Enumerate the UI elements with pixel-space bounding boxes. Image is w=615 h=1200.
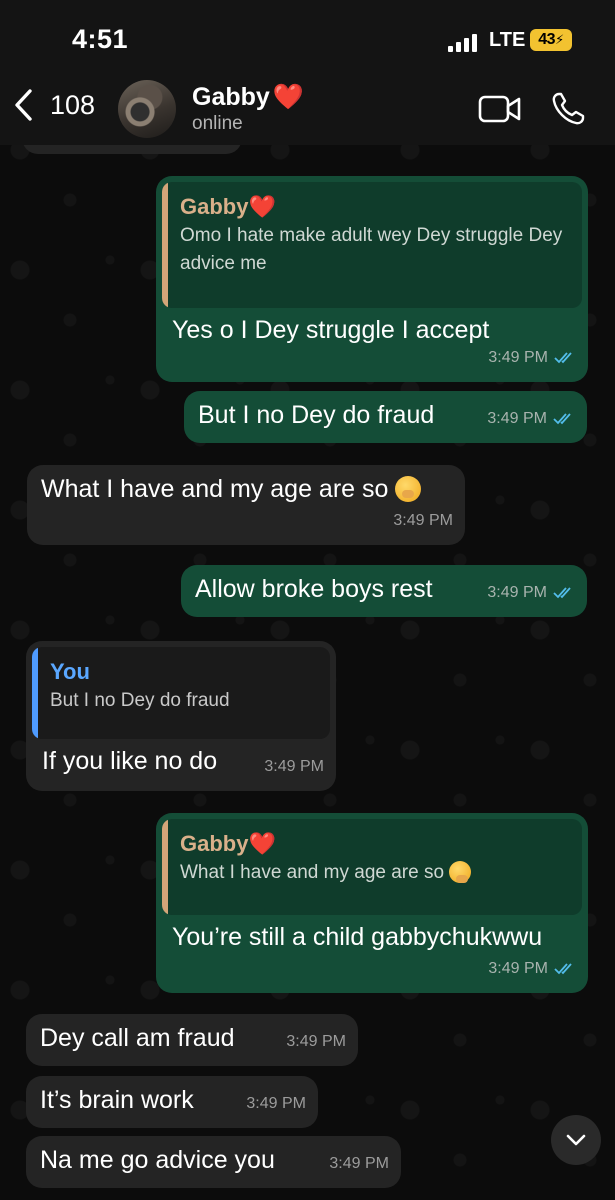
signal-icon (448, 32, 478, 52)
message-time: 3:49 PM (487, 410, 547, 427)
message-time: 3:49 PM (329, 1155, 389, 1172)
message-meta: 3:49 PM (488, 953, 576, 985)
quote-author-name: Gabby (180, 194, 249, 219)
read-receipt-icon (553, 587, 571, 599)
message-bubble-incoming[interactable]: Na me go advice you 3:49 PM (26, 1136, 401, 1188)
quoted-message[interactable]: You But I no Dey do fraud (32, 647, 330, 739)
message-text: What I have and my age are so (41, 473, 451, 505)
heart-emoji: ❤️ (248, 194, 276, 219)
message-meta: 3:49 PM (487, 403, 575, 435)
message-time: 3:49 PM (487, 584, 547, 601)
message-bubble-incoming[interactable]: Dey call am fraud 3:49 PM (26, 1014, 358, 1066)
message-bubble-outgoing[interactable]: Gabby❤️ What I have and my age are so Yo… (156, 813, 588, 993)
quote-text: Omo I hate make adult wey Dey struggle D… (180, 225, 563, 274)
battery-level: 43 (538, 31, 556, 48)
quote-text: But I no Dey do fraud (50, 690, 230, 711)
contact-name[interactable]: Gabby ❤️ (192, 83, 304, 112)
back-button[interactable]: 108 (12, 88, 95, 122)
message-time: 3:49 PM (393, 512, 453, 529)
message-meta: 3:49 PM (286, 1026, 346, 1058)
message-bubble-outgoing[interactable]: Gabby❤️ Omo I hate make adult wey Dey st… (156, 176, 588, 382)
message-bubble-outgoing[interactable]: Allow broke boys rest 3:49 PM (181, 565, 587, 617)
message-text-content: What I have and my age are so (41, 475, 389, 503)
message-meta: 3:49 PM (246, 1088, 306, 1120)
message-bubble-outgoing[interactable]: But I no Dey do fraud 3:49 PM (184, 391, 587, 443)
hand-over-mouth-emoji (395, 476, 422, 502)
heart-emoji: ❤️ (272, 83, 304, 111)
message-time: 3:49 PM (488, 960, 548, 977)
chevron-left-icon (15, 89, 32, 121)
contact-name-text: Gabby (192, 83, 270, 111)
unread-count: 108 (50, 89, 96, 120)
message-time: 3:49 PM (286, 1033, 346, 1050)
message-bubble-incoming[interactable]: What I have and my age are so 3:49 PM (27, 465, 465, 545)
quote-author-name: Gabby (180, 831, 249, 856)
quoted-message[interactable]: Gabby❤️ Omo I hate make adult wey Dey st… (162, 182, 582, 308)
quote-text-content: What I have and my age are so (180, 862, 445, 883)
quoted-message[interactable]: Gabby❤️ What I have and my age are so (162, 819, 582, 915)
read-receipt-icon (553, 413, 571, 425)
quote-author: You (50, 659, 90, 684)
contact-status: online (192, 113, 243, 134)
phone-icon[interactable] (550, 91, 586, 127)
message-time: 3:49 PM (488, 349, 548, 366)
message-meta: 3:49 PM (393, 505, 453, 537)
network-label: LTE (489, 29, 526, 51)
message-meta: 3:49 PM (264, 751, 324, 783)
chevron-down-icon (566, 1134, 586, 1146)
quote-author: Gabby❤️ (180, 829, 570, 859)
quote-author: Gabby❤️ (180, 192, 570, 222)
read-receipt-icon (554, 352, 572, 364)
scroll-to-bottom-button[interactable] (551, 1115, 601, 1165)
chat-header: 4:51 LTE 43 ⚡ 108 Gabby ❤️ online (0, 0, 615, 145)
message-text: You’re still a child gabbychukwwu (172, 923, 543, 951)
message-meta: 3:49 PM (487, 577, 575, 609)
hand-over-mouth-emoji (449, 861, 472, 883)
message-time: 3:49 PM (246, 1095, 306, 1112)
status-time: 4:51 (72, 24, 129, 54)
read-receipt-icon (554, 963, 572, 975)
video-call-icon[interactable] (478, 94, 522, 124)
message-bubble-incoming[interactable]: You But I no Dey do fraud If you like no… (26, 641, 336, 791)
avatar[interactable] (118, 80, 176, 138)
message-time: 3:49 PM (264, 758, 324, 775)
heart-emoji: ❤️ (248, 831, 276, 856)
message-meta: 3:49 PM (488, 342, 576, 374)
quote-text: What I have and my age are so (180, 859, 570, 887)
message-bubble-incoming[interactable]: It’s brain work 3:49 PM (26, 1076, 318, 1128)
battery-icon: 43 ⚡ (530, 29, 572, 51)
message-meta: 3:49 PM (329, 1148, 389, 1180)
